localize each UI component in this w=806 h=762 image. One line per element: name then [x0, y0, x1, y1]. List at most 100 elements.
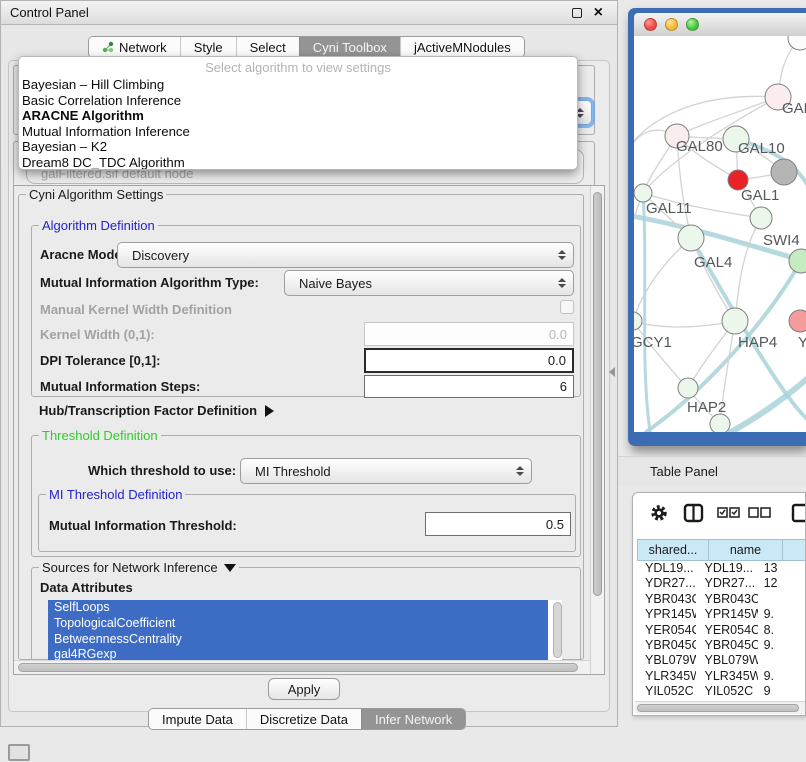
data-attributes-list[interactable]: SelfLoopsTopologicalCoefficientBetweenne…	[48, 600, 562, 662]
tab-style[interactable]: Style	[180, 37, 236, 57]
table-cell: YDR27...	[696, 576, 757, 591]
docked-panel-icon[interactable]	[8, 744, 30, 761]
attribute-item-betweennesscentrality[interactable]: BetweennessCentrality	[48, 632, 548, 648]
algorithm-option-dream8-dc-tdc-algorithm[interactable]: Dream8 DC_TDC Algorithm	[19, 155, 577, 171]
mi-type-combo[interactable]: Naive Bayes	[284, 270, 574, 296]
mi-threshold-field[interactable]: 0.5	[425, 512, 571, 536]
mi-threshold-group-title: MI Threshold Definition	[46, 487, 185, 502]
data-attributes-label: Data Attributes	[40, 580, 133, 595]
table-hscrollbar-thumb[interactable]	[637, 704, 799, 712]
horizontal-scrollbar-track[interactable]	[14, 660, 590, 674]
sources-title-row[interactable]: Sources for Network Inference	[39, 560, 239, 575]
algorithm-option-bayesian-k2[interactable]: Bayesian – K2	[19, 139, 577, 155]
table-row-2[interactable]: YBR043CYBR043C	[637, 592, 806, 607]
network-window-titlebar[interactable]	[634, 13, 806, 36]
table-row-7[interactable]: YLR345WYLR345W9.	[637, 669, 806, 684]
table-cell: 12	[758, 576, 806, 591]
tab-infer-network[interactable]: Infer Network	[361, 709, 465, 729]
export-table-icon[interactable]	[791, 503, 806, 523]
tab-network[interactable]: Network	[89, 37, 180, 57]
network-node[interactable]	[678, 225, 704, 251]
aracne-mode-combo[interactable]: Discovery	[117, 242, 574, 268]
table-row-6[interactable]: YBL079WYBL079W	[637, 653, 806, 668]
hub-definition-expander[interactable]: Hub/Transcription Factor Definition	[39, 403, 274, 418]
network-canvas[interactable]: GALGAL80GAL10GAL1GAL11SWI4GAL4GCY1HAP4YH…	[634, 36, 806, 432]
horizontal-scrollbar-thumb[interactable]	[18, 663, 578, 672]
panel-title: Control Panel	[1, 5, 572, 20]
threshold-definition-title: Threshold Definition	[39, 428, 161, 443]
network-node[interactable]	[722, 308, 748, 334]
table-cell: YLR345W	[637, 669, 696, 684]
combo-stepper-icon	[516, 466, 524, 476]
zoom-traffic-icon[interactable]	[686, 18, 699, 31]
network-node[interactable]	[788, 36, 806, 50]
network-node[interactable]	[710, 414, 730, 432]
select-all-icon[interactable]	[717, 507, 741, 519]
tab-select[interactable]: Select	[236, 37, 299, 57]
table-hscrollbar-track[interactable]	[635, 701, 805, 714]
close-icon[interactable]: ×	[594, 8, 603, 18]
network-node[interactable]	[789, 310, 806, 332]
dpi-tolerance-field[interactable]: 0.0	[364, 348, 574, 373]
algorithm-option-basic-correlation-inference[interactable]: Basic Correlation Inference	[19, 93, 577, 109]
network-node[interactable]	[678, 378, 698, 398]
combo-stepper-icon	[558, 278, 566, 288]
tab-impute-data[interactable]: Impute Data	[149, 709, 246, 729]
network-node[interactable]	[789, 249, 806, 273]
network-edge	[643, 193, 650, 432]
algorithm-option-bayesian-hill-climbing[interactable]: Bayesian – Hill Climbing	[19, 77, 577, 93]
settings-scrollpane: Cyni Algorithm Settings Algorithm Defini…	[13, 185, 605, 675]
table-row-8[interactable]: YIL052CYIL052C9	[637, 684, 806, 699]
attribute-item-selfloops[interactable]: SelfLoops	[48, 600, 548, 616]
vertical-scrollbar-thumb[interactable]	[593, 192, 602, 596]
table-row-3[interactable]: YPR145WYPR145W9.	[637, 607, 806, 622]
mi-type-value: Naive Bayes	[299, 276, 372, 291]
table-row-4[interactable]: YER054CYER054C8.	[637, 623, 806, 638]
network-node[interactable]	[750, 207, 772, 229]
columns-icon[interactable]	[683, 503, 705, 523]
split-pane-handle[interactable]	[609, 367, 615, 377]
table-cell: YBL079W	[637, 653, 696, 668]
column-header-name[interactable]: name	[709, 539, 783, 561]
table-toolbar	[633, 501, 805, 529]
vertical-scrollbar-track[interactable]	[590, 186, 604, 674]
kernel-width-field[interactable]: 0.0	[364, 322, 574, 346]
column-header-shared[interactable]: shared...	[637, 539, 709, 561]
gear-icon[interactable]	[649, 503, 669, 523]
table-cell: 13	[758, 561, 806, 576]
tab-jactivemnodules[interactable]: jActiveMNodules	[400, 37, 524, 57]
minimize-traffic-icon[interactable]	[665, 18, 678, 31]
table-row-0[interactable]: YDL19...YDL19...13	[637, 561, 806, 576]
mi-steps-field[interactable]: 6	[364, 375, 574, 398]
apply-button[interactable]: Apply	[268, 678, 340, 700]
tab-cyni-toolbox[interactable]: Cyni Toolbox	[299, 37, 400, 57]
float-icon[interactable]	[572, 8, 582, 18]
dpi-tolerance-label: DPI Tolerance [0,1]:	[40, 353, 160, 368]
tab-discretize-data[interactable]: Discretize Data	[246, 709, 361, 729]
which-threshold-value: MI Threshold	[255, 464, 331, 479]
table-cell: YBR045C	[637, 638, 696, 653]
which-threshold-combo[interactable]: MI Threshold	[240, 458, 532, 484]
close-traffic-icon[interactable]	[644, 18, 657, 31]
algorithm-option-mutual-information-inference[interactable]: Mutual Information Inference	[19, 124, 577, 140]
manual-kernel-checkbox[interactable]	[560, 300, 574, 314]
network-node[interactable]	[634, 312, 642, 330]
table-cell: YBR043C	[637, 592, 696, 607]
column-header-a[interactable]: A	[783, 539, 806, 561]
algorithm-definition-group: Algorithm Definition Aracne Mode: Discov…	[31, 225, 581, 397]
table-cell	[758, 592, 806, 607]
manual-kernel-label: Manual Kernel Width Definition	[40, 302, 232, 317]
tab-label: Network	[119, 40, 167, 55]
algorithm-option-aracne-algorithm[interactable]: ARACNE Algorithm	[19, 108, 577, 124]
table-row-1[interactable]: YDR27...YDR27...12	[637, 576, 806, 591]
list-scrollbar-thumb[interactable]	[553, 602, 562, 658]
deselect-all-icon[interactable]	[748, 507, 772, 519]
table-row-5[interactable]: YBR045CYBR045C9.	[637, 638, 806, 653]
attribute-item-topologicalcoefficient[interactable]: TopologicalCoefficient	[48, 616, 548, 632]
mi-threshold-group: MI Threshold Definition Mutual Informati…	[38, 494, 576, 552]
table-cell: YDL19...	[637, 561, 696, 576]
combo-stepper-icon	[558, 250, 566, 260]
network-node[interactable]	[771, 159, 797, 185]
table-cell: YIL052C	[696, 684, 757, 699]
which-threshold-label: Which threshold to use:	[88, 463, 236, 478]
